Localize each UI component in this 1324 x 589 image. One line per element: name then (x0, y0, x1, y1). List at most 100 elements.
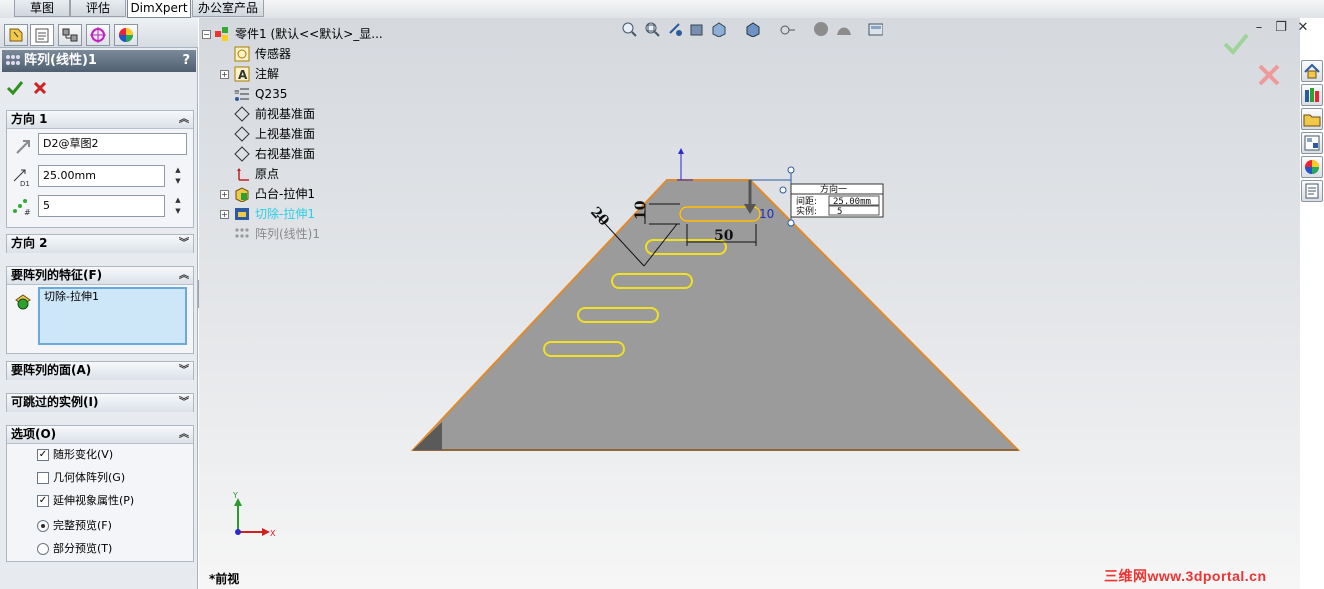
pattern-callout[interactable]: 方向一 间距: 25.00mm 实例: 5 (790, 183, 884, 218)
dimxpert-icon (90, 27, 106, 43)
chevron-up-icon[interactable]: ︽ (179, 426, 189, 443)
design-library-button[interactable] (1301, 84, 1323, 106)
appearance-icon (1305, 160, 1319, 174)
ok-icon[interactable] (6, 80, 24, 96)
property-manager-tab[interactable] (30, 24, 54, 46)
spacing-stepper[interactable]: ▲ ▼ (171, 165, 185, 187)
drag-handle (787, 219, 795, 227)
instances-to-skip-label: 可跳过的实例(I) (11, 395, 99, 409)
feature-manager-tab[interactable] (4, 24, 28, 46)
options-header[interactable]: 选项(O) ︽ (7, 426, 193, 444)
partial-preview-radio[interactable] (37, 543, 49, 555)
graphics-area[interactable]: – ❐ ✕ − 零件1 (默认<<默认>_显... 传感器 + A 注解 ≡ Q… (199, 18, 1308, 589)
tab-evaluate[interactable]: 评估 (70, 0, 126, 17)
triad-y-label: Y (232, 491, 238, 500)
chevron-up-icon[interactable]: ︽ (179, 111, 189, 128)
faces-to-pattern-group: 要阵列的面(A) ︾ (6, 361, 194, 380)
chevron-up-icon[interactable]: ︽ (179, 267, 189, 284)
chevron-down-icon[interactable]: ︾ (179, 362, 189, 379)
file-explorer-button[interactable] (1301, 108, 1323, 130)
direction2-group: 方向 2 ︾ (6, 234, 194, 253)
dimxpert-manager-tab[interactable] (86, 24, 110, 46)
appearances-button[interactable] (1301, 156, 1323, 178)
list-item[interactable]: 切除-拉伸1 (44, 289, 185, 305)
geometry-pattern-label: 几何体阵列(G) (53, 471, 126, 484)
features-to-pattern-header[interactable]: 要阵列的特征(F) ︽ (7, 267, 193, 285)
solidworks-resources-button[interactable] (1301, 60, 1323, 82)
drag-handle (787, 166, 795, 174)
partial-preview-label: 部分预览(T) (53, 542, 113, 555)
instances-input[interactable]: 5 (38, 195, 165, 217)
configuration-manager-tab[interactable] (58, 24, 82, 46)
custom-properties-button[interactable] (1301, 180, 1323, 202)
view-name-label: *前视 (209, 572, 240, 586)
callout-instances-label: 实例: (796, 205, 817, 217)
triad-x-label: X (270, 529, 276, 538)
watermark: 三维网www.3dportal.cn (1104, 568, 1267, 584)
chevron-down-icon[interactable]: ︾ (179, 235, 189, 252)
view-palette-icon (1304, 135, 1320, 151)
library-icon (1305, 88, 1319, 102)
tab-dimxpert[interactable]: DimXpert (127, 0, 191, 18)
feature-tree-icon (9, 28, 23, 42)
instances-stepper[interactable]: ▲ ▼ (171, 195, 185, 217)
cancel-icon[interactable] (32, 80, 48, 96)
direction1-label: 方向 1 (11, 112, 48, 126)
configuration-icon (62, 28, 78, 42)
tab-sketch[interactable]: 草图 (14, 0, 70, 17)
direction2-header[interactable]: 方向 2 ︾ (7, 235, 193, 253)
direction1-header[interactable]: 方向 1 ︽ (7, 111, 193, 129)
property-manager-title-bar: 阵列(线性)1 ? (2, 50, 196, 72)
property-icon (35, 28, 49, 43)
geometry-follow-checkbox[interactable]: ✓ (37, 449, 49, 461)
direction-reference-field[interactable]: D2@草图2 (38, 133, 187, 155)
spacing-input[interactable]: 25.00mm (38, 165, 165, 187)
callout-instances-value: 5 (837, 207, 842, 217)
display-icon (119, 28, 133, 42)
options-group: 选项(O) ︽ ✓ 随形变化(V) 几何体阵列(G) ✓ 延伸视象属性(P) 完… (6, 425, 194, 562)
features-to-pattern-list[interactable]: 切除-拉伸1 (38, 287, 187, 345)
dimension-length: 50 (714, 228, 734, 244)
callout-title: 方向一 (820, 183, 847, 195)
model-canvas[interactable]: 20 10 50 10 方向一 间距: 25.00mm 实例: 5 Y X (199, 18, 1300, 589)
property-manager-title: 阵列(线性)1 (24, 53, 97, 68)
instances-to-skip-header[interactable]: 可跳过的实例(I) ︾ (7, 394, 193, 412)
help-button[interactable]: ? (182, 50, 190, 72)
callout-spacing-label: 间距: (796, 195, 817, 207)
linear-pattern-icon (6, 55, 20, 65)
features-to-pattern-label: 要阵列的特征(F) (11, 268, 103, 282)
direction2-label: 方向 2 (11, 236, 48, 250)
property-manager: 阵列(线性)1 ? 方向 1 ︽ D2@草图2 D1 25.00mm ▲ ▼ # … (0, 18, 198, 589)
reverse-direction-icon[interactable] (13, 137, 35, 157)
display-manager-tab[interactable] (114, 24, 138, 46)
folder-icon (1303, 114, 1321, 127)
manager-tabs (0, 18, 198, 48)
tab-office-products[interactable]: 办公室产品 (192, 0, 264, 17)
view-palette-button[interactable] (1301, 132, 1323, 154)
instances-to-skip-group: 可跳过的实例(I) ︾ (6, 393, 194, 412)
propagate-visual-label: 延伸视象属性(P) (53, 494, 135, 507)
spacing-icon: D1 (13, 169, 30, 187)
feature-select-icon (15, 294, 31, 310)
geometry-follow-label: 随形变化(V) (53, 448, 114, 461)
task-pane (1300, 58, 1324, 208)
faces-to-pattern-label: 要阵列的面(A) (11, 363, 92, 377)
drag-handle (779, 186, 787, 194)
faces-to-pattern-header[interactable]: 要阵列的面(A) ︾ (7, 362, 193, 380)
propagate-visual-checkbox[interactable]: ✓ (37, 495, 49, 507)
geometry-pattern-checkbox[interactable] (37, 472, 49, 484)
properties-icon (1305, 183, 1319, 199)
dimension-height: 10 (633, 200, 649, 220)
full-preview-radio[interactable] (37, 520, 49, 532)
chevron-down-icon[interactable]: ︾ (179, 394, 189, 411)
home-icon (1304, 63, 1320, 79)
full-preview-label: 完整预览(F) (53, 519, 112, 532)
command-manager-tabs: 草图 评估 DimXpert 办公室产品 (0, 0, 1324, 18)
dimension-right: 10 (759, 207, 774, 221)
reference-triad: Y X (232, 491, 276, 538)
svg-text:D1: D1 (20, 180, 30, 187)
instances-icon: # (13, 199, 31, 217)
options-label: 选项(O) (11, 427, 57, 441)
svg-text:#: # (24, 208, 31, 217)
direction1-group: 方向 1 ︽ D2@草图2 D1 25.00mm ▲ ▼ # 5 ▲ ▼ (6, 110, 194, 228)
